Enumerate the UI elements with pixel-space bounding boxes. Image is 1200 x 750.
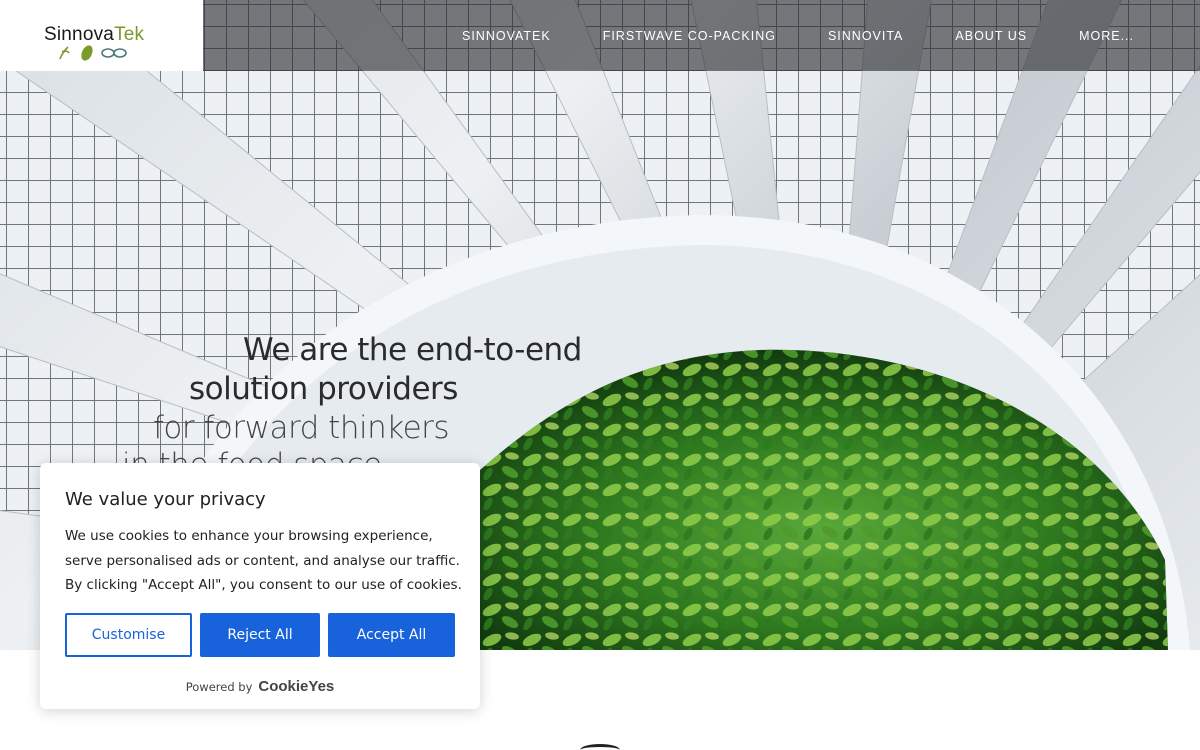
hero-headline-line-2: solution providers (189, 371, 458, 407)
cookie-title: We value your privacy (65, 489, 266, 510)
partial-icon (580, 744, 620, 750)
nav-item-firstwave-co-packing[interactable]: FIRSTWAVE CO-PACKING (603, 29, 776, 43)
cookie-consent-banner: We value your privacy We use cookies to … (40, 463, 480, 709)
powered-by: Powered by CookieYes (40, 678, 480, 695)
logo-icons (59, 45, 127, 61)
reject-all-button[interactable]: Reject All (200, 613, 320, 657)
site-header: SinnovaTek SINNOVATEK FIRSTWAVE CO-PACKI… (0, 0, 1200, 71)
nav-item-sinnovita[interactable]: SINNOVITA (828, 29, 903, 43)
nav-item-sinnovatek[interactable]: SINNOVATEK (462, 29, 551, 43)
nav-item-more[interactable]: MORE... (1079, 29, 1134, 43)
nav-item-about-us[interactable]: ABOUT US (955, 29, 1027, 43)
accept-all-button[interactable]: Accept All (328, 613, 455, 657)
cookie-description: We use cookies to enhance your browsing … (65, 528, 462, 593)
hero-headline-line-3: for forward thinkers (153, 410, 450, 446)
cookieyes-logo[interactable]: CookieYes (258, 678, 334, 695)
logo[interactable]: SinnovaTek (0, 0, 203, 71)
main-nav: SINNOVATEK FIRSTWAVE CO-PACKING SINNOVIT… (462, 0, 1134, 71)
hero-headline-line-1: We are the end-to-end (243, 332, 582, 368)
page: SinnovaTek SINNOVATEK FIRSTWAVE CO-PACKI… (0, 0, 1200, 750)
customise-button[interactable]: Customise (65, 613, 192, 657)
powered-by-label: Powered by (185, 679, 253, 694)
